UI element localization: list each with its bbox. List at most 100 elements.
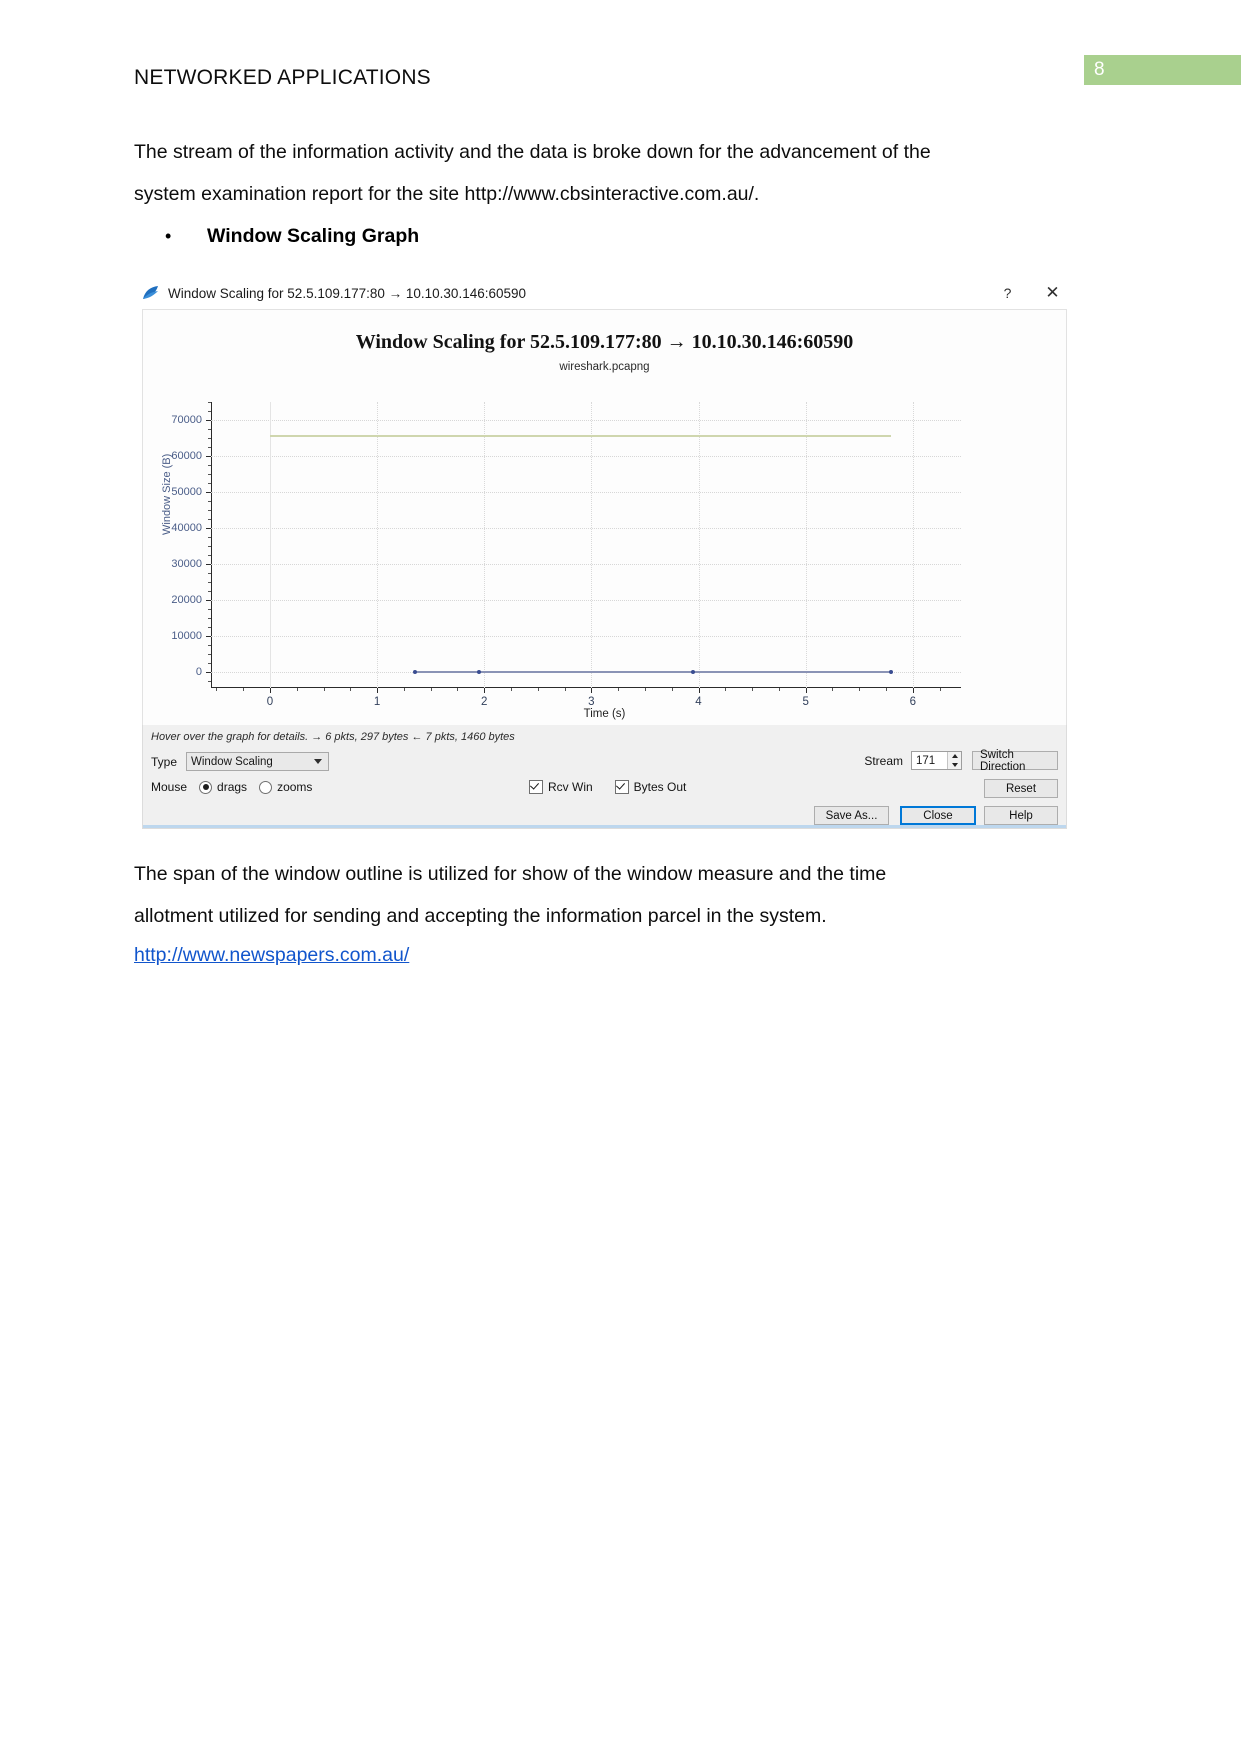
y-tick <box>206 671 211 673</box>
bullet-window-scaling-graph: • Window Scaling Graph <box>165 222 419 250</box>
y-tick-minor <box>208 617 211 619</box>
paragraph-intro: The stream of the information activity a… <box>134 141 931 205</box>
page-number-badge: 8 <box>1084 55 1241 85</box>
stream-value[interactable]: 171 <box>912 752 947 769</box>
y-tick-minor <box>208 644 211 646</box>
x-tick-minor <box>671 688 673 691</box>
x-tick-minor <box>618 688 620 691</box>
chart-subtitle: wireshark.pcapng <box>559 361 650 373</box>
page-number: 8 <box>1094 59 1105 80</box>
gridline-horizontal <box>211 563 961 565</box>
radio-drags-label[interactable]: drags <box>217 780 247 794</box>
x-tick-label: 1 <box>373 696 381 708</box>
x-tick-label: 2 <box>481 696 488 708</box>
y-tick-minor <box>208 473 211 475</box>
stream-label: Stream <box>864 753 903 768</box>
x-tick-minor <box>778 688 780 691</box>
bullet-marker-icon: • <box>165 226 172 246</box>
x-tick-minor <box>859 688 861 691</box>
data-point-marker[interactable] <box>889 669 894 674</box>
radio-zooms[interactable] <box>259 780 273 794</box>
newspapers-link[interactable]: http://www.newspapers.com.au/ <box>134 944 409 967</box>
wireshark-fin-icon <box>143 286 158 299</box>
gridline-vertical <box>805 402 807 688</box>
spinner-up-icon[interactable] <box>948 752 961 761</box>
hover-hint-text: Hover over the graph for details. → 6 pk… <box>151 731 515 743</box>
help-button[interactable]: Help <box>984 806 1058 825</box>
x-tick-label: 6 <box>909 696 916 708</box>
gridline-vertical <box>698 402 700 688</box>
x-tick-minor <box>752 688 754 691</box>
y-tick-minor <box>208 410 211 412</box>
gridline-vertical <box>484 402 486 688</box>
chart-title: Window Scaling for 52.5.109.177:80 → 10.… <box>355 331 854 353</box>
series-line-bytes-out <box>414 670 479 673</box>
switch-direction-button[interactable]: Switch Direction <box>972 749 1058 773</box>
gridline-horizontal <box>211 491 961 493</box>
y-tick-minor <box>208 446 211 448</box>
help-icon[interactable]: ? <box>985 277 1030 309</box>
gridline-horizontal <box>211 599 961 601</box>
y-tick-minor <box>208 482 211 484</box>
gridline-horizontal <box>211 527 961 529</box>
type-row: Type Window Scaling <box>151 752 330 771</box>
spinner-down-icon[interactable] <box>948 761 961 770</box>
data-point-marker[interactable] <box>691 669 696 674</box>
y-tick-minor <box>208 653 211 655</box>
x-tick-minor <box>243 688 245 691</box>
type-dropdown[interactable]: Window Scaling <box>186 752 330 771</box>
y-tick-label: 30000 <box>171 557 202 570</box>
y-tick-label: 40000 <box>171 521 202 534</box>
chevron-down-icon <box>314 759 323 764</box>
mouse-row: Mouse drags zooms <box>151 780 312 794</box>
plot-region[interactable]: 0 10000 20000 30000 40000 50000 60000 70000 0 1 2 3… <box>171 402 961 708</box>
x-tick-minor <box>323 688 325 691</box>
data-point-marker[interactable] <box>412 669 417 674</box>
x-tick <box>912 688 914 693</box>
x-tick-minor <box>644 688 646 691</box>
checkbox-bytes-out[interactable]: Bytes Out <box>614 780 687 794</box>
gridline-vertical <box>269 402 271 688</box>
checkbox-rcv-win[interactable]: Rcv Win <box>529 780 593 794</box>
close-icon[interactable]: ✕ <box>1030 277 1075 309</box>
y-tick <box>206 491 211 493</box>
radio-zooms-label[interactable]: zooms <box>277 780 312 794</box>
stream-spinner-arrows[interactable] <box>947 752 961 769</box>
gridline-horizontal <box>211 455 961 457</box>
radio-drags[interactable] <box>199 780 213 794</box>
x-tick-minor <box>886 688 887 691</box>
x-tick <box>591 688 593 693</box>
x-tick-minor <box>537 688 539 691</box>
stream-spinner[interactable]: 171 <box>911 751 962 770</box>
x-tick-label: 3 <box>588 696 595 708</box>
x-tick-minor <box>725 688 727 691</box>
checkbox-bytes-out-box[interactable] <box>614 780 629 794</box>
chart-area[interactable]: Window Scaling for 52.5.109.177:80 → 10.… <box>142 309 1067 725</box>
y-tick-label: 60000 <box>171 449 202 462</box>
y-tick-label: 20000 <box>171 593 202 606</box>
series-checkboxes: Rcv Win Bytes Out <box>529 780 708 794</box>
y-tick-minor <box>208 536 211 538</box>
reset-button[interactable]: Reset <box>984 779 1058 798</box>
wireshark-window: Window Scaling for 52.5.109.177:80 → 10.… <box>134 277 1075 831</box>
y-tick-label: 0 <box>195 665 202 678</box>
series-line-rcv-win <box>478 435 892 438</box>
window-controls: ? ✕ <box>985 277 1075 309</box>
x-tick <box>377 688 379 693</box>
y-tick-minor <box>208 608 211 610</box>
chart-control-panel: Hover over the graph for details. → 6 pk… <box>142 725 1067 829</box>
gridline-vertical <box>912 402 914 688</box>
y-tick-minor <box>208 402 211 403</box>
checkbox-rcv-win-box[interactable] <box>529 780 543 794</box>
y-tick-minor <box>208 428 211 430</box>
y-tick-label: 70000 <box>171 413 202 426</box>
close-button[interactable]: Close <box>900 806 976 825</box>
save-as-button[interactable]: Save As... <box>814 806 889 825</box>
x-tick-label: 4 <box>695 696 702 708</box>
type-dropdown-value: Window Scaling <box>191 755 273 768</box>
y-tick-minor <box>208 437 211 439</box>
bullet-label: Window Scaling Graph <box>207 225 420 247</box>
data-point-marker[interactable] <box>476 669 481 674</box>
checkbox-bytes-out-label: Bytes Out <box>633 780 687 794</box>
y-tick-minor <box>208 581 211 583</box>
